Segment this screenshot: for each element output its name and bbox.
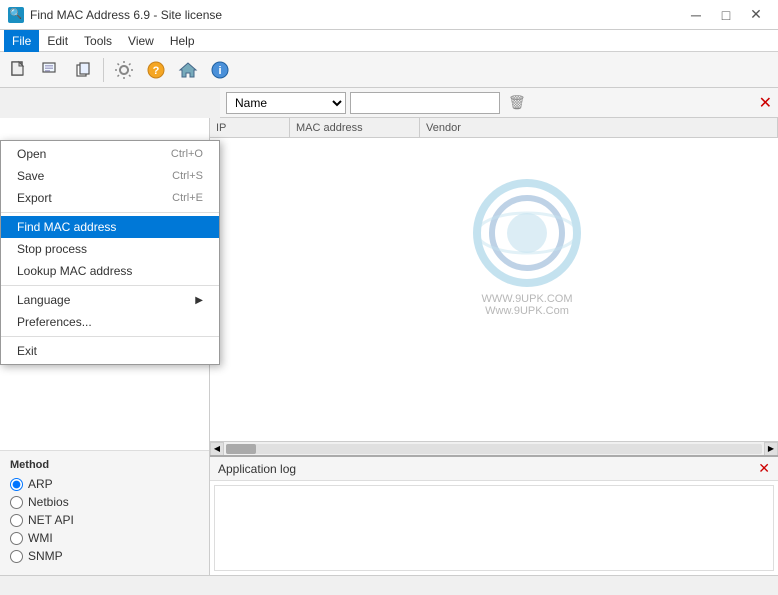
scrollbar-track[interactable] [226,444,762,454]
method-arp-radio[interactable] [10,478,23,491]
method-section: Method ARP Netbios NET API WMI [0,450,209,575]
method-netbios-label: Netbios [28,495,69,509]
results-table[interactable]: IP MAC address Vendor WWW.9UPK.COM [210,118,778,441]
window-controls: ─ □ ✕ [682,4,770,26]
window-title: Find MAC Address 6.9 - Site license [30,8,222,22]
method-snmp-label: SNMP [28,549,63,563]
right-panel: IP MAC address Vendor WWW.9UPK.COM [210,118,778,575]
menu-help[interactable]: Help [162,30,203,52]
file-dropdown: Open Ctrl+O Save Ctrl+S Export Ctrl+E Fi… [0,140,220,365]
filter-close-button[interactable]: ✕ [759,93,772,113]
col-header-ip: IP [210,118,290,137]
find-button[interactable] [36,56,66,84]
copy-button[interactable] [68,56,98,84]
toolbar: ? i [0,52,778,88]
dropdown-sep-3 [1,336,219,337]
title-bar: 🔍 Find MAC Address 6.9 - Site license ─ … [0,0,778,30]
help-button[interactable]: ? [141,56,171,84]
home-button[interactable] [173,56,203,84]
app-icon: 🔍 [8,7,24,23]
method-netapi-label: NET API [28,513,74,527]
menu-bar: File Edit Tools View Help [0,30,778,52]
dropdown-menu-container: Open Ctrl+O Save Ctrl+S Export Ctrl+E Fi… [0,140,220,365]
watermark-area: WWW.9UPK.COM Www.9UPK.Com [210,138,778,338]
toolbar-separator-1 [103,58,104,82]
method-netapi-radio[interactable] [10,514,23,527]
scroll-left-button[interactable]: ◀ [210,442,224,456]
log-body[interactable] [214,485,774,571]
menu-export[interactable]: Export Ctrl+E [1,187,219,209]
filter-select[interactable]: Name IP MAC Vendor [226,92,346,114]
watermark: WWW.9UPK.COM Www.9UPK.Com [472,178,582,317]
log-close-button[interactable]: ✕ [758,460,770,477]
status-bar [0,575,778,595]
dropdown-sep-2 [1,285,219,286]
scroll-right-button[interactable]: ▶ [764,442,778,456]
method-wmi-radio[interactable] [10,532,23,545]
maximize-button[interactable]: □ [712,4,740,26]
menu-exit[interactable]: Exit [1,340,219,362]
log-title: Application log [218,462,296,476]
method-title: Method [10,459,199,471]
new-button[interactable] [4,56,34,84]
filter-input[interactable] [350,92,500,114]
filter-clear-button[interactable]: 🗑 [504,94,530,111]
col-header-vendor: Vendor [420,118,778,137]
method-netbios-radio[interactable] [10,496,23,509]
minimize-button[interactable]: ─ [682,4,710,26]
menu-file[interactable]: File [4,30,39,52]
horizontal-scrollbar[interactable]: ◀ ▶ [210,441,778,455]
dropdown-sep-1 [1,212,219,213]
watermark-line1: WWW.9UPK.COM [472,293,582,305]
method-netapi: NET API [10,513,199,527]
svg-text:i: i [218,65,221,77]
info-button[interactable]: i [205,56,235,84]
log-header: Application log ✕ [210,457,778,481]
col-header-mac: MAC address [290,118,420,137]
method-snmp-radio[interactable] [10,550,23,563]
menu-open[interactable]: Open Ctrl+O [1,143,219,165]
method-netbios: Netbios [10,495,199,509]
menu-lookup-mac[interactable]: Lookup MAC address [1,260,219,282]
menu-tools[interactable]: Tools [76,30,120,52]
method-arp-label: ARP [28,477,53,491]
menu-edit[interactable]: Edit [39,30,76,52]
settings-button[interactable] [109,56,139,84]
menu-view[interactable]: View [120,30,162,52]
menu-language[interactable]: Language ▶ [1,289,219,311]
menu-stop-process[interactable]: Stop process [1,238,219,260]
method-wmi: WMI [10,531,199,545]
watermark-line2: Www.9UPK.Com [472,305,582,317]
method-arp: ARP [10,477,199,491]
method-wmi-label: WMI [28,531,53,545]
log-section: Application log ✕ [210,455,778,575]
menu-find-mac[interactable]: Find MAC address [1,216,219,238]
close-button[interactable]: ✕ [742,4,770,26]
scrollbar-thumb[interactable] [226,444,256,454]
svg-text:?: ? [153,65,160,77]
filter-bar: Name IP MAC Vendor 🗑 ✕ [220,88,778,118]
table-header: IP MAC address Vendor [210,118,778,138]
menu-save[interactable]: Save Ctrl+S [1,165,219,187]
method-snmp: SNMP [10,549,199,563]
menu-preferences[interactable]: Preferences... [1,311,219,333]
